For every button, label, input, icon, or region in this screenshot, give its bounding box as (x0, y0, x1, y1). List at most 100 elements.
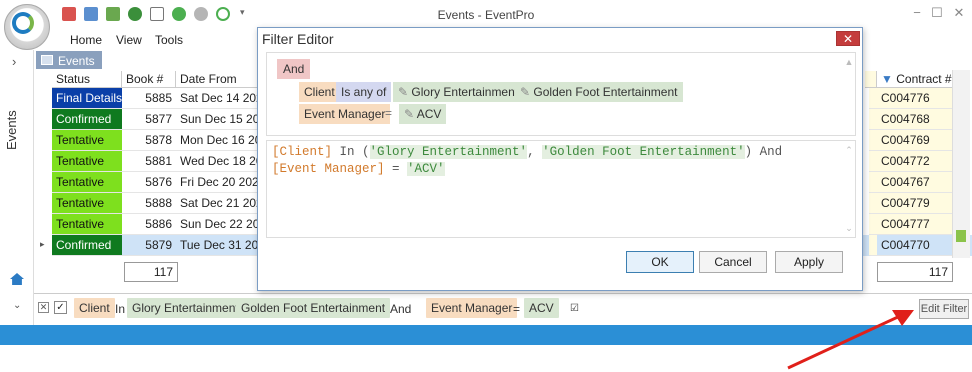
cell-book[interactable]: 5876 (122, 172, 176, 193)
cell-status[interactable]: Tentative (52, 172, 122, 193)
tree-scroll-up-icon[interactable]: ▲ (843, 57, 855, 67)
tree-c2-field[interactable]: Event Manager (299, 104, 391, 124)
col-date[interactable]: Date From (176, 71, 266, 88)
cell-contract[interactable]: C004779 (877, 193, 953, 214)
close-button[interactable]: ✕ (950, 6, 968, 20)
title-bar: Events - EventPro ▾ − ☐ ✕ (0, 0, 972, 28)
cell-book[interactable]: 5879 (122, 235, 176, 256)
filter-dropdown-icon[interactable]: ☑ (570, 303, 579, 314)
expr-comma: , (527, 145, 543, 159)
filter-value-golden[interactable]: Golden Foot Entertainment (236, 298, 391, 318)
cell-date[interactable]: Sun Dec 22 2024 (176, 214, 266, 235)
tree-c1-op[interactable]: Is any of (336, 82, 392, 102)
cell-filler (869, 88, 877, 109)
cell-filler (869, 172, 877, 193)
apply-button[interactable]: Apply (775, 251, 843, 273)
cell-book[interactable]: 5886 (122, 214, 176, 235)
chevron-down-icon[interactable]: ⌄ (13, 300, 21, 311)
cart-icon[interactable] (128, 7, 142, 21)
filter-icon[interactable]: ▼ (881, 72, 893, 86)
expand-chevron-icon[interactable]: › (12, 54, 16, 69)
clear-filter-icon[interactable]: ✕ (38, 302, 49, 313)
pencil-icon: ✎ (520, 85, 531, 99)
cell-contract[interactable]: C004772 (877, 151, 953, 172)
calendar-icon[interactable] (62, 7, 76, 21)
cell-date[interactable]: Sun Dec 15 2024 (176, 109, 266, 130)
filter-value-glory[interactable]: Glory Entertainment (127, 298, 244, 318)
cell-date[interactable]: Sat Dec 21 2024 (176, 193, 266, 214)
filter-tree: And Client Is any of ✎ Glory Entertainme… (266, 52, 856, 136)
cell-book[interactable]: 5877 (122, 109, 176, 130)
cell-date[interactable]: Wed Dec 18 2024 (176, 151, 266, 172)
cell-contract[interactable]: C004777 (877, 214, 953, 235)
tree-c1-v2[interactable]: ✎ Golden Foot Entertainment (515, 82, 683, 102)
filter-field-client[interactable]: Client (74, 298, 115, 318)
grid-icon[interactable] (84, 7, 98, 21)
tree-c2-v[interactable]: ✎ ACV (399, 104, 447, 124)
cell-status[interactable]: Tentative (52, 151, 122, 172)
filter-editor-dialog: Filter Editor ✕ And Client Is any of ✎ G… (257, 27, 863, 291)
tree-c2-op[interactable]: = (385, 106, 392, 120)
menu-view[interactable]: View (116, 33, 142, 47)
cell-date[interactable]: Sat Dec 14 2024 (176, 88, 266, 109)
cell-status[interactable]: Confirmed (52, 235, 122, 256)
mail-icon[interactable] (150, 7, 164, 21)
menu-home[interactable]: Home (70, 33, 102, 47)
app-logo-mark (12, 12, 34, 34)
total-contract: 117 (877, 262, 953, 282)
expr-op-in: In ( (332, 145, 370, 159)
text-scroll-up-icon[interactable]: ⌃ (843, 145, 855, 156)
cell-contract[interactable]: C004776 (877, 88, 953, 109)
arrow-shaft (787, 314, 901, 370)
cell-contract[interactable]: C004767 (877, 172, 953, 193)
cell-date[interactable]: Tue Dec 31 2024 (176, 235, 266, 256)
refresh-icon[interactable] (216, 7, 230, 21)
dialog-title: Filter Editor (262, 31, 334, 47)
ok-button[interactable]: OK (626, 251, 694, 273)
cell-status[interactable]: Tentative (52, 193, 122, 214)
filter-value-acv[interactable]: ACV (524, 298, 559, 318)
tree-c1-v1[interactable]: ✎ Glory Entertainment (393, 82, 524, 102)
cell-contract[interactable]: C004769 (877, 130, 953, 151)
up-arrow-icon[interactable] (172, 7, 186, 21)
cell-status[interactable]: Tentative (52, 214, 122, 235)
text-scroll-down-icon[interactable]: ⌄ (843, 223, 855, 234)
total-book: 117 (124, 262, 178, 282)
cell-date[interactable]: Mon Dec 16 2024 (176, 130, 266, 151)
cell-book[interactable]: 5888 (122, 193, 176, 214)
maximize-button[interactable]: ☐ (928, 6, 946, 20)
expr-field-client: [Client] (272, 145, 333, 159)
dialog-close-button[interactable]: ✕ (836, 31, 860, 46)
cell-date[interactable]: Fri Dec 20 2024 (176, 172, 266, 193)
menu-tools[interactable]: Tools (155, 33, 183, 47)
filter-op-in: In (115, 302, 126, 316)
cancel-button[interactable]: Cancel (699, 251, 767, 273)
minimize-button[interactable]: − (908, 6, 926, 20)
tree-c1-field[interactable]: Client (299, 82, 340, 102)
export-icon[interactable] (106, 7, 120, 21)
scroll-thumb[interactable] (956, 230, 966, 242)
cell-status[interactable]: Tentative (52, 130, 122, 151)
sidebar-events-label[interactable]: Events (4, 110, 19, 150)
table-icon (41, 55, 53, 65)
filter-op-and: And (390, 302, 412, 316)
cell-contract[interactable]: C004770 (877, 235, 953, 256)
col-status[interactable]: Status (52, 71, 122, 88)
col-contract[interactable]: ▼ Contract # (877, 71, 953, 88)
vertical-scrollbar[interactable] (952, 70, 970, 258)
col-contract-label: Contract # (896, 72, 952, 86)
cell-contract[interactable]: C004768 (877, 109, 953, 130)
edit-filter-button[interactable]: Edit Filter (919, 299, 969, 319)
cell-book[interactable]: 5881 (122, 151, 176, 172)
filter-field-manager[interactable]: Event Manager (426, 298, 518, 318)
cell-book[interactable]: 5878 (122, 130, 176, 151)
filter-enable-checkbox[interactable]: ✓ (54, 301, 67, 314)
col-book[interactable]: Book # (122, 71, 176, 88)
cell-status[interactable]: Confirmed (52, 109, 122, 130)
expr-value-golden: 'Golden Foot Entertainment' (542, 145, 745, 159)
down-arrow-icon[interactable] (194, 7, 208, 21)
customize-icon[interactable]: ▾ (240, 7, 254, 21)
cell-status[interactable]: Final Details (52, 88, 122, 109)
tree-group-and[interactable]: And (277, 59, 311, 79)
cell-book[interactable]: 5885 (122, 88, 176, 109)
